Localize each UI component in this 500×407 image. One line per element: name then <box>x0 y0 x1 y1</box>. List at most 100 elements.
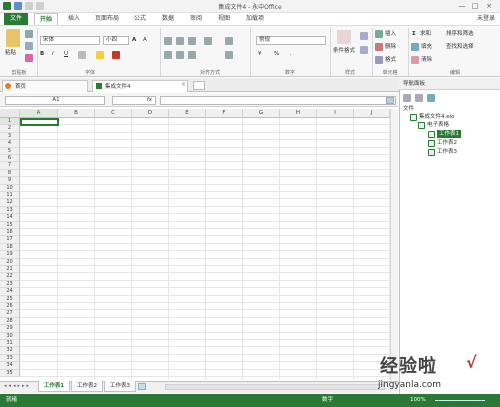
sum-icon[interactable]: Σ <box>412 30 416 39</box>
currency-button[interactable]: ¥ <box>258 50 266 59</box>
row-header[interactable]: 11 <box>0 192 20 200</box>
vertical-scrollbar[interactable] <box>390 109 398 380</box>
align-right-icon[interactable] <box>188 51 196 59</box>
italic-button[interactable]: I <box>52 50 60 59</box>
sheet-tab-2[interactable]: 工作表2 <box>71 381 103 392</box>
fill-button[interactable]: 填充 <box>421 43 432 52</box>
row-header[interactable]: 12 <box>0 199 20 207</box>
tree-sheet-1[interactable]: 工作表1 <box>437 130 461 138</box>
column-header[interactable]: E <box>169 109 206 118</box>
fill-icon[interactable] <box>411 43 419 51</box>
tree-sheet-2[interactable]: 工作表2 <box>437 139 457 147</box>
conditional-format-icon[interactable] <box>337 30 351 44</box>
add-sheet-icon[interactable] <box>138 383 146 390</box>
column-header[interactable]: C <box>95 109 132 118</box>
border-icon[interactable] <box>78 51 86 59</box>
row-header[interactable]: 23 <box>0 280 20 289</box>
conditional-format-button[interactable]: 条件格式 <box>333 47 355 56</box>
format-painter-icon[interactable] <box>25 54 33 62</box>
tab-page-layout[interactable]: 页面布局 <box>90 13 124 25</box>
delete-icon[interactable] <box>375 43 383 51</box>
table-format-icon[interactable] <box>360 32 368 40</box>
column-header[interactable]: H <box>280 109 317 118</box>
align-middle-icon[interactable] <box>176 37 184 45</box>
tab-review[interactable]: 审阅 <box>184 13 208 25</box>
nav-forward-icon[interactable] <box>415 94 423 102</box>
column-header[interactable]: A <box>20 109 58 118</box>
font-size-select[interactable]: 小四 <box>103 36 129 45</box>
row-header[interactable]: 14 <box>0 214 20 222</box>
select-all-corner[interactable] <box>0 109 20 118</box>
tab-view[interactable]: 视图 <box>212 13 236 25</box>
font-name-select[interactable]: 宋体 <box>40 36 100 45</box>
align-left-icon[interactable] <box>164 51 172 59</box>
align-center-icon[interactable] <box>176 51 184 59</box>
sort-filter-button[interactable]: 排序和筛选 <box>446 30 474 39</box>
column-header[interactable]: G <box>243 109 280 118</box>
nav-back-icon[interactable] <box>403 94 411 102</box>
row-header[interactable]: 10 <box>0 184 20 192</box>
merge-center-icon[interactable] <box>225 51 233 59</box>
orientation-icon[interactable] <box>204 37 212 45</box>
row-header[interactable]: 18 <box>0 243 20 252</box>
row-header[interactable]: 16 <box>0 229 20 237</box>
percent-button[interactable]: % <box>274 50 282 59</box>
user-status[interactable]: 未登录 <box>420 13 495 25</box>
row-header[interactable]: 15 <box>0 221 20 229</box>
name-box[interactable]: A1 <box>5 96 105 105</box>
close-button[interactable]: × <box>484 1 494 11</box>
format-button[interactable]: 格式 <box>385 56 396 65</box>
tab-home[interactable]: 开始 <box>34 13 58 25</box>
column-header[interactable]: I <box>317 109 354 118</box>
row-header[interactable]: 7 <box>0 162 20 170</box>
row-header[interactable]: 5 <box>0 147 20 155</box>
row-header[interactable]: 21 <box>0 266 20 274</box>
row-header[interactable]: 6 <box>0 155 20 163</box>
new-tab-button[interactable] <box>193 81 205 90</box>
row-header[interactable]: 31 <box>0 340 20 348</box>
nav-refresh-icon[interactable] <box>427 94 435 102</box>
row-header[interactable]: 28 <box>0 317 20 326</box>
row-header[interactable]: 27 <box>0 310 20 318</box>
tab-data[interactable]: 数据 <box>156 13 180 25</box>
maximize-button[interactable]: □ <box>470 1 480 11</box>
fx-button[interactable]: fx <box>112 96 156 105</box>
row-header[interactable]: 3 <box>0 132 20 141</box>
row-header[interactable]: 35 <box>0 369 20 377</box>
format-icon[interactable] <box>375 56 383 64</box>
cut-icon[interactable] <box>25 30 33 38</box>
align-top-icon[interactable] <box>164 37 172 45</box>
tree-file[interactable]: 集成文件4.eio <box>419 113 455 121</box>
active-cell[interactable] <box>20 118 59 126</box>
sheet-tab-3[interactable]: 工作表3 <box>104 381 136 392</box>
row-header[interactable]: 13 <box>0 206 20 215</box>
bold-button[interactable]: B <box>40 50 48 59</box>
minimize-button[interactable]: — <box>457 1 467 11</box>
row-header[interactable]: 2 <box>0 125 20 133</box>
clear-button[interactable]: 清除 <box>421 56 432 65</box>
column-header[interactable]: D <box>132 109 169 118</box>
expand-formula-icon[interactable] <box>386 97 394 104</box>
tree-sheet-3[interactable]: 工作表3 <box>437 148 457 156</box>
copy-icon[interactable] <box>25 42 33 50</box>
sum-button[interactable]: 求和 <box>420 30 431 39</box>
sheet-tab-1[interactable]: 工作表1 <box>38 381 70 392</box>
wrap-text-icon[interactable] <box>225 37 233 45</box>
doc-tab-file4[interactable]: 集成文件4 <box>92 80 188 92</box>
horizontal-scrollbar[interactable] <box>165 384 385 390</box>
insert-icon[interactable] <box>375 30 383 38</box>
row-header[interactable]: 32 <box>0 347 20 355</box>
insert-button[interactable]: 插入 <box>385 30 396 39</box>
comma-button[interactable]: , <box>290 50 298 59</box>
tab-file[interactable]: 文件 <box>4 13 28 25</box>
tab-formulas[interactable]: 公式 <box>128 13 152 25</box>
row-header[interactable]: 19 <box>0 251 20 259</box>
delete-button[interactable]: 删除 <box>385 43 396 52</box>
clear-icon[interactable] <box>411 56 419 64</box>
sheet-nav-arrows-icon[interactable]: ◂◂◂▸▸▸ <box>4 383 31 389</box>
row-header[interactable]: 22 <box>0 273 20 281</box>
row-header[interactable]: 34 <box>0 362 20 370</box>
shrink-font-icon[interactable]: A <box>143 36 147 45</box>
spreadsheet-grid[interactable]: A B C D E F G H I J 1 2 3 4 5 6 7 8 9 10 11 12 13 14 1… <box>0 109 398 380</box>
paste-button[interactable]: 粘贴 <box>5 49 16 58</box>
